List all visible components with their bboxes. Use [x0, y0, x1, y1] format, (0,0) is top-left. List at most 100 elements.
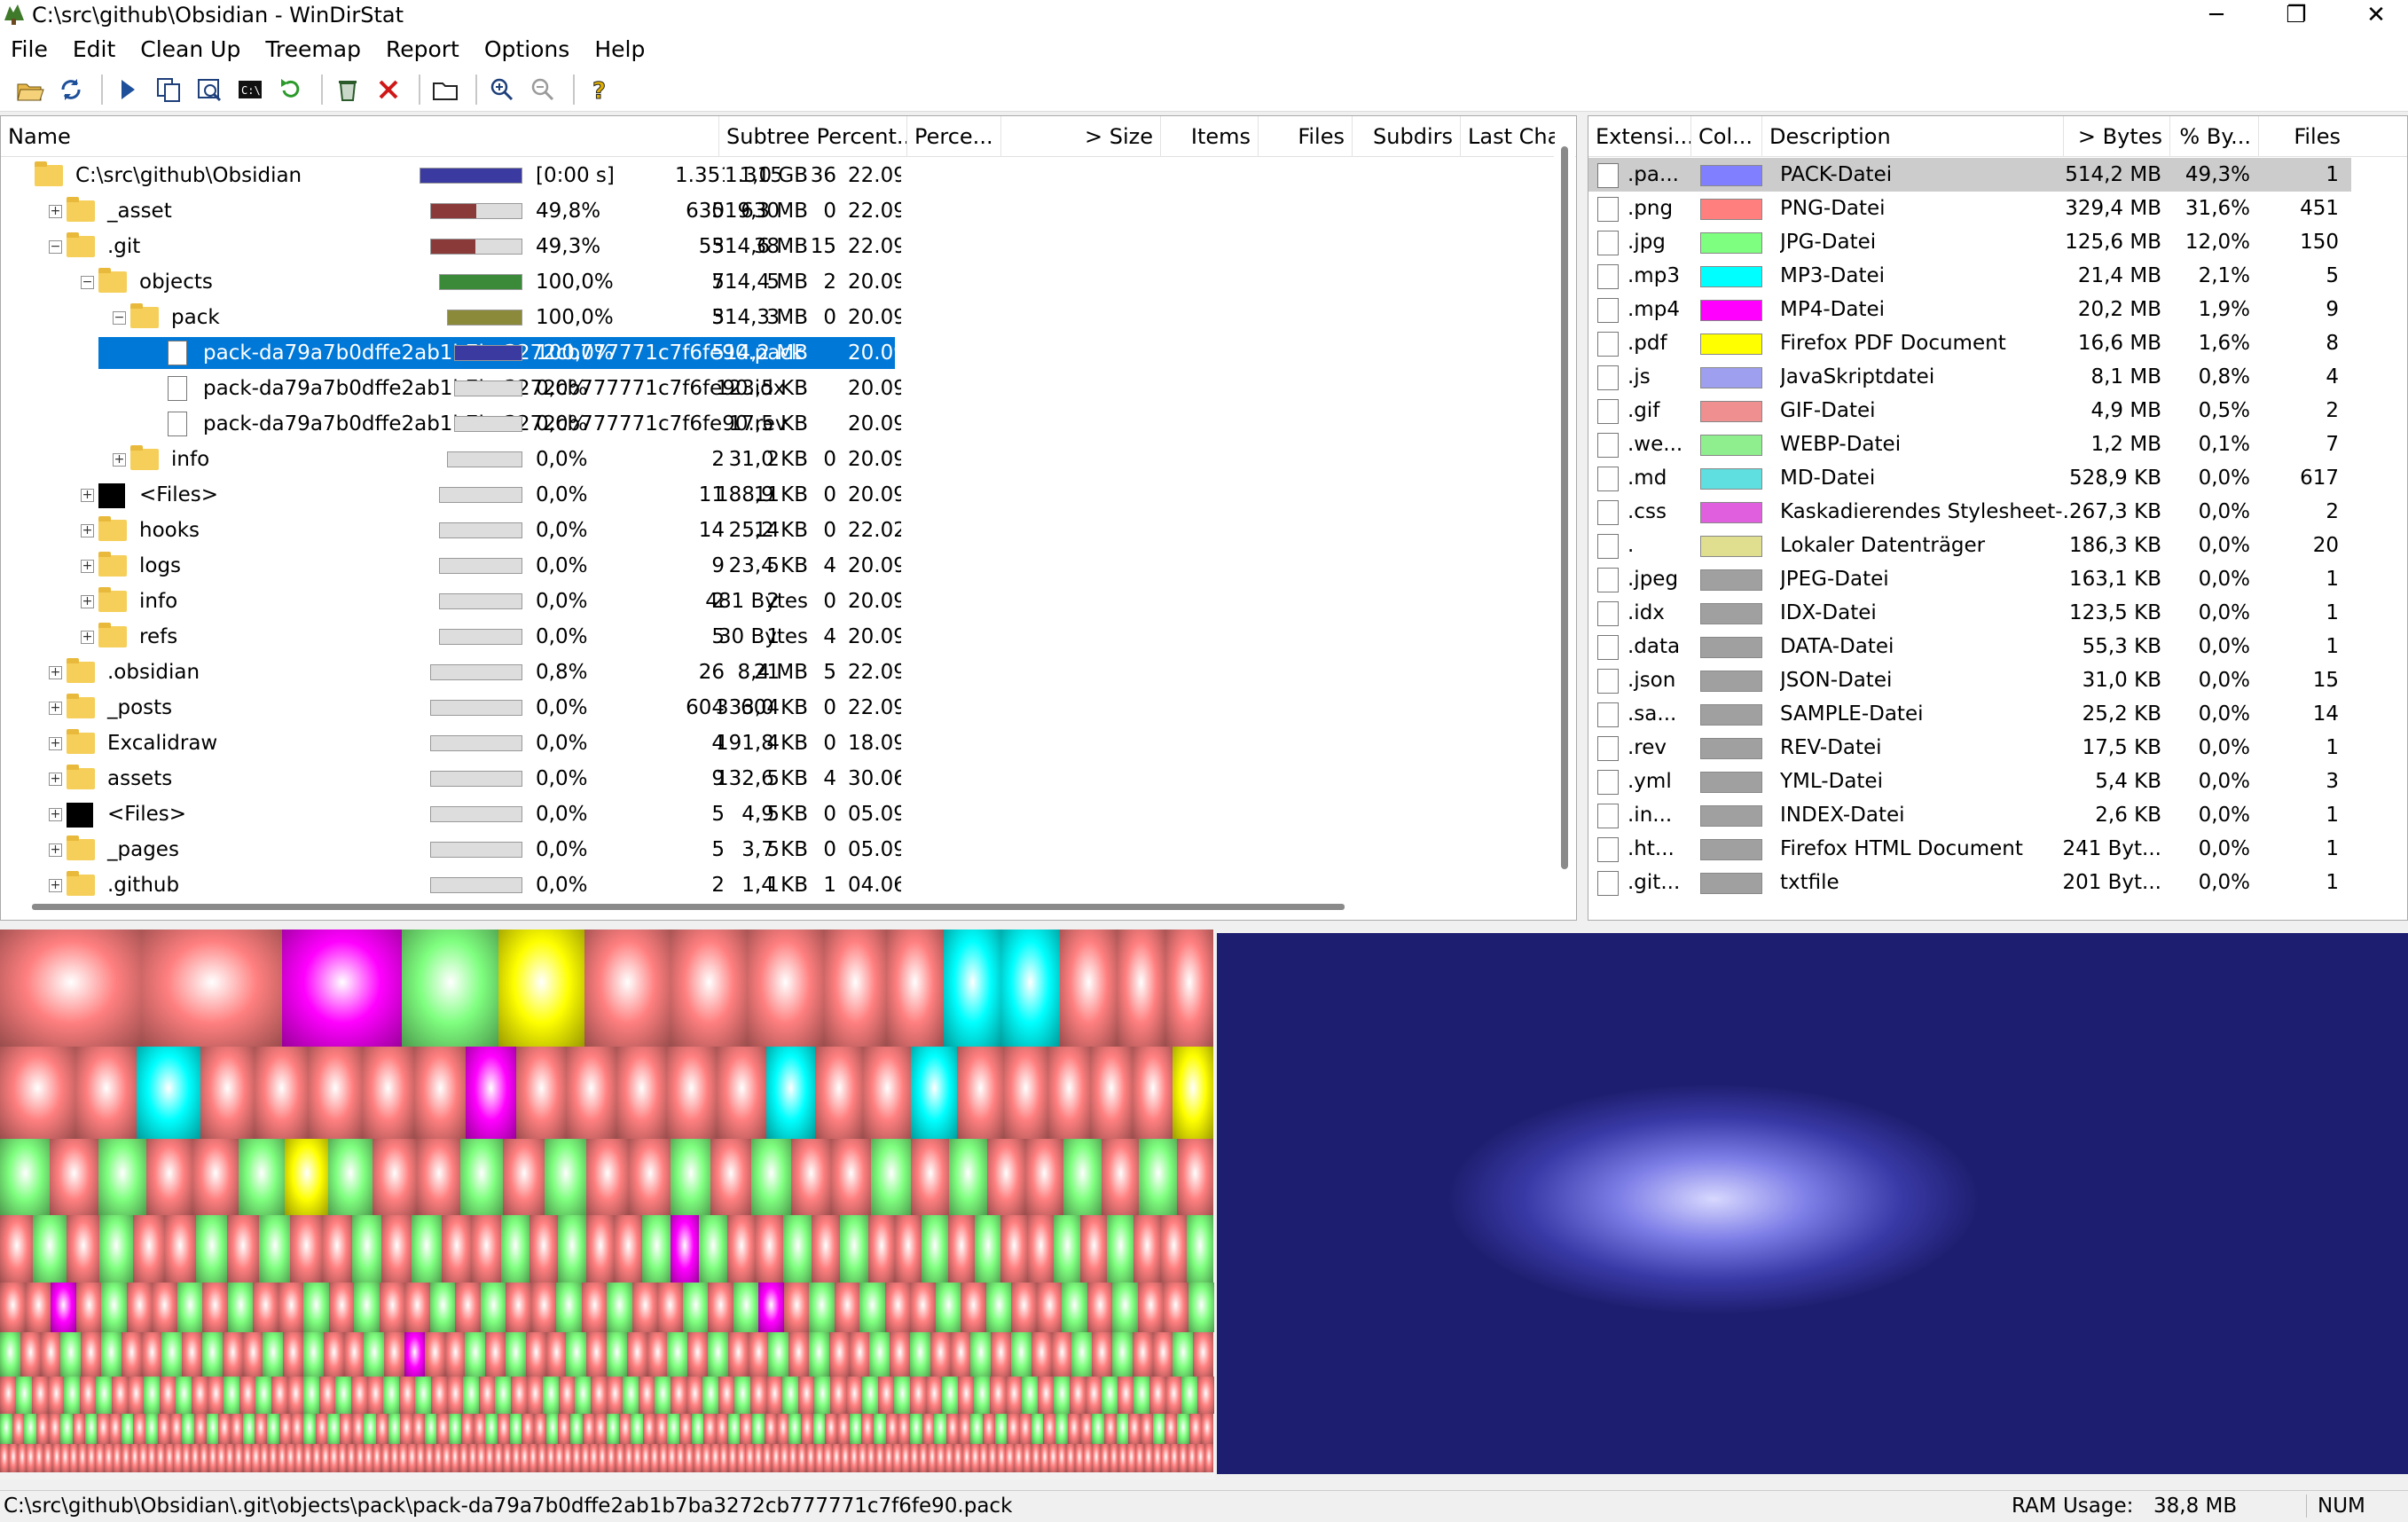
treemap-tile[interactable] [493, 1444, 504, 1472]
treemap-tile[interactable] [1062, 1283, 1087, 1332]
treemap-tile[interactable] [545, 1332, 567, 1377]
treemap-tile[interactable] [60, 1414, 74, 1444]
treemap-tile[interactable] [1027, 1215, 1055, 1283]
treemap-tile[interactable] [129, 1444, 139, 1472]
treemap-tile[interactable] [64, 1377, 81, 1414]
treemap-tile[interactable] [522, 1414, 535, 1444]
treemap-tile[interactable] [1102, 1377, 1118, 1414]
treemap-tile[interactable] [242, 1444, 252, 1472]
treemap-tile[interactable] [894, 1215, 922, 1283]
maximize-button[interactable]: ❐ [2261, 0, 2332, 30]
treemap-tile[interactable] [329, 1444, 339, 1472]
treemap-tile[interactable] [1135, 1444, 1145, 1472]
treemap-tile[interactable] [910, 1444, 920, 1472]
treemap-tile[interactable] [502, 1139, 545, 1215]
treemap-tile[interactable] [970, 1444, 980, 1472]
treemap-tile[interactable] [327, 1414, 341, 1444]
treemap-tile[interactable] [511, 1444, 521, 1472]
treemap-tile[interactable] [929, 1332, 952, 1377]
tree-row[interactable]: C:\src\github\Obsidian [0:00 s] 1,0 GB 1.35… [1, 158, 1576, 193]
extension-row[interactable]: . Lokaler Datenträger 186,3 KB 0,0% 20 [1588, 529, 2407, 562]
treemap-tile[interactable] [402, 930, 499, 1047]
expand-icon[interactable]: + [49, 843, 62, 857]
treemap-tile[interactable] [145, 1139, 193, 1215]
treemap-tile[interactable] [702, 1444, 711, 1472]
treemap-tile[interactable] [885, 1414, 898, 1444]
treemap-tile[interactable] [676, 1444, 686, 1472]
treemap-tile[interactable] [719, 1444, 729, 1472]
treemap-tile[interactable] [545, 1139, 587, 1215]
treemap-tile[interactable] [164, 1215, 197, 1283]
treemap-tile[interactable] [278, 1414, 292, 1444]
treemap-tile[interactable] [616, 1047, 667, 1139]
extension-row[interactable]: .we... WEBP-Datei 1,2 MB 0,1% 7 [1588, 428, 2407, 461]
treemap-tile[interactable] [200, 1047, 255, 1139]
treemap-tile[interactable] [1092, 1332, 1113, 1377]
treemap-tile[interactable] [442, 1444, 451, 1472]
treemap-tile[interactable] [867, 1444, 876, 1472]
treemap-tile[interactable] [66, 1215, 100, 1283]
treemap-tile[interactable] [1177, 1139, 1214, 1215]
treemap-tile[interactable] [77, 1444, 88, 1472]
treemap-tile[interactable] [126, 1283, 153, 1332]
treemap-tile[interactable] [970, 1332, 992, 1377]
treemap-tile[interactable] [383, 1377, 400, 1414]
treemap-tile[interactable] [667, 1444, 677, 1472]
treemap-tile[interactable] [308, 1047, 363, 1139]
treemap-tile[interactable] [768, 1332, 789, 1377]
treemap-selected-file-block[interactable] [1217, 933, 2408, 1474]
treemap-tile[interactable] [614, 1215, 643, 1283]
treemap-tile[interactable] [571, 1444, 582, 1472]
refresh-all-icon[interactable] [53, 72, 89, 107]
menu-file[interactable]: File [11, 36, 48, 62]
treemap-tile[interactable] [0, 1283, 26, 1332]
extension-list-pane[interactable]: Extensi... Col... Description > Bytes % … [1588, 115, 2408, 921]
treemap-tile[interactable] [35, 1444, 44, 1472]
treemap-tile[interactable] [1011, 1332, 1032, 1377]
treemap-tile[interactable] [921, 1215, 949, 1283]
treemap-tile[interactable] [254, 1047, 309, 1139]
extension-row[interactable]: .css Kaskadierendes Stylesheet-... 267,3 K… [1588, 495, 2407, 529]
treemap-tile[interactable] [1187, 1215, 1214, 1283]
treemap-tile[interactable] [1079, 1414, 1093, 1444]
treemap-tile[interactable] [783, 1215, 812, 1283]
treemap-tile[interactable] [1067, 1414, 1080, 1444]
treemap-tile[interactable] [736, 1444, 746, 1472]
treemap-tile[interactable] [1039, 1444, 1049, 1472]
treemap-tile[interactable] [1000, 1215, 1028, 1283]
tree-row[interactable]: +refs0,0%30 Bytes51420.09.202 [1, 619, 1576, 655]
treemap-tile[interactable] [563, 1444, 573, 1472]
treemap-tile[interactable] [16, 1377, 33, 1414]
tree-row[interactable]: +hooks0,0%25,2 KB1414022.02.202 [1, 513, 1576, 548]
treemap-tile[interactable] [884, 1283, 911, 1332]
zoom-out-icon[interactable] [525, 72, 561, 107]
treemap-tile[interactable] [991, 1332, 1012, 1377]
treemap-tile[interactable] [710, 1139, 752, 1215]
treemap-tile[interactable] [870, 1139, 912, 1215]
directory-tree-pane[interactable]: Name Subtree Percent... Perce... > Size … [0, 115, 1577, 921]
treemap-tile[interactable] [1090, 1047, 1133, 1139]
treemap-tile[interactable] [607, 1283, 632, 1332]
treemap-tile[interactable] [918, 1444, 929, 1472]
treemap-tile[interactable] [433, 1444, 443, 1472]
treemap-tile[interactable] [527, 1377, 544, 1414]
treemap-tile[interactable] [607, 1414, 620, 1444]
treemap-tile[interactable] [686, 1377, 703, 1414]
treemap-tile[interactable] [404, 1332, 426, 1377]
treemap-tile[interactable] [958, 1377, 975, 1414]
treemap-tile[interactable] [892, 1444, 902, 1472]
treemap-tile[interactable] [202, 1283, 228, 1332]
treemap-tile[interactable] [287, 1377, 304, 1414]
treemap-tile[interactable] [632, 1444, 642, 1472]
treemap-tile[interactable] [970, 1414, 984, 1444]
treemap-tile[interactable] [766, 1377, 783, 1414]
treemap-tile[interactable] [934, 1414, 947, 1444]
column-header-name[interactable]: Name [1, 116, 719, 157]
treemap-tile[interactable] [1165, 930, 1214, 1047]
open-icon[interactable] [12, 72, 48, 107]
treemap-tile[interactable] [580, 1444, 590, 1472]
treemap-tile[interactable] [263, 1332, 284, 1377]
treemap-tile[interactable] [346, 1444, 357, 1472]
treemap-tile[interactable] [1173, 1047, 1214, 1139]
recycle-bin-icon[interactable] [330, 72, 365, 107]
